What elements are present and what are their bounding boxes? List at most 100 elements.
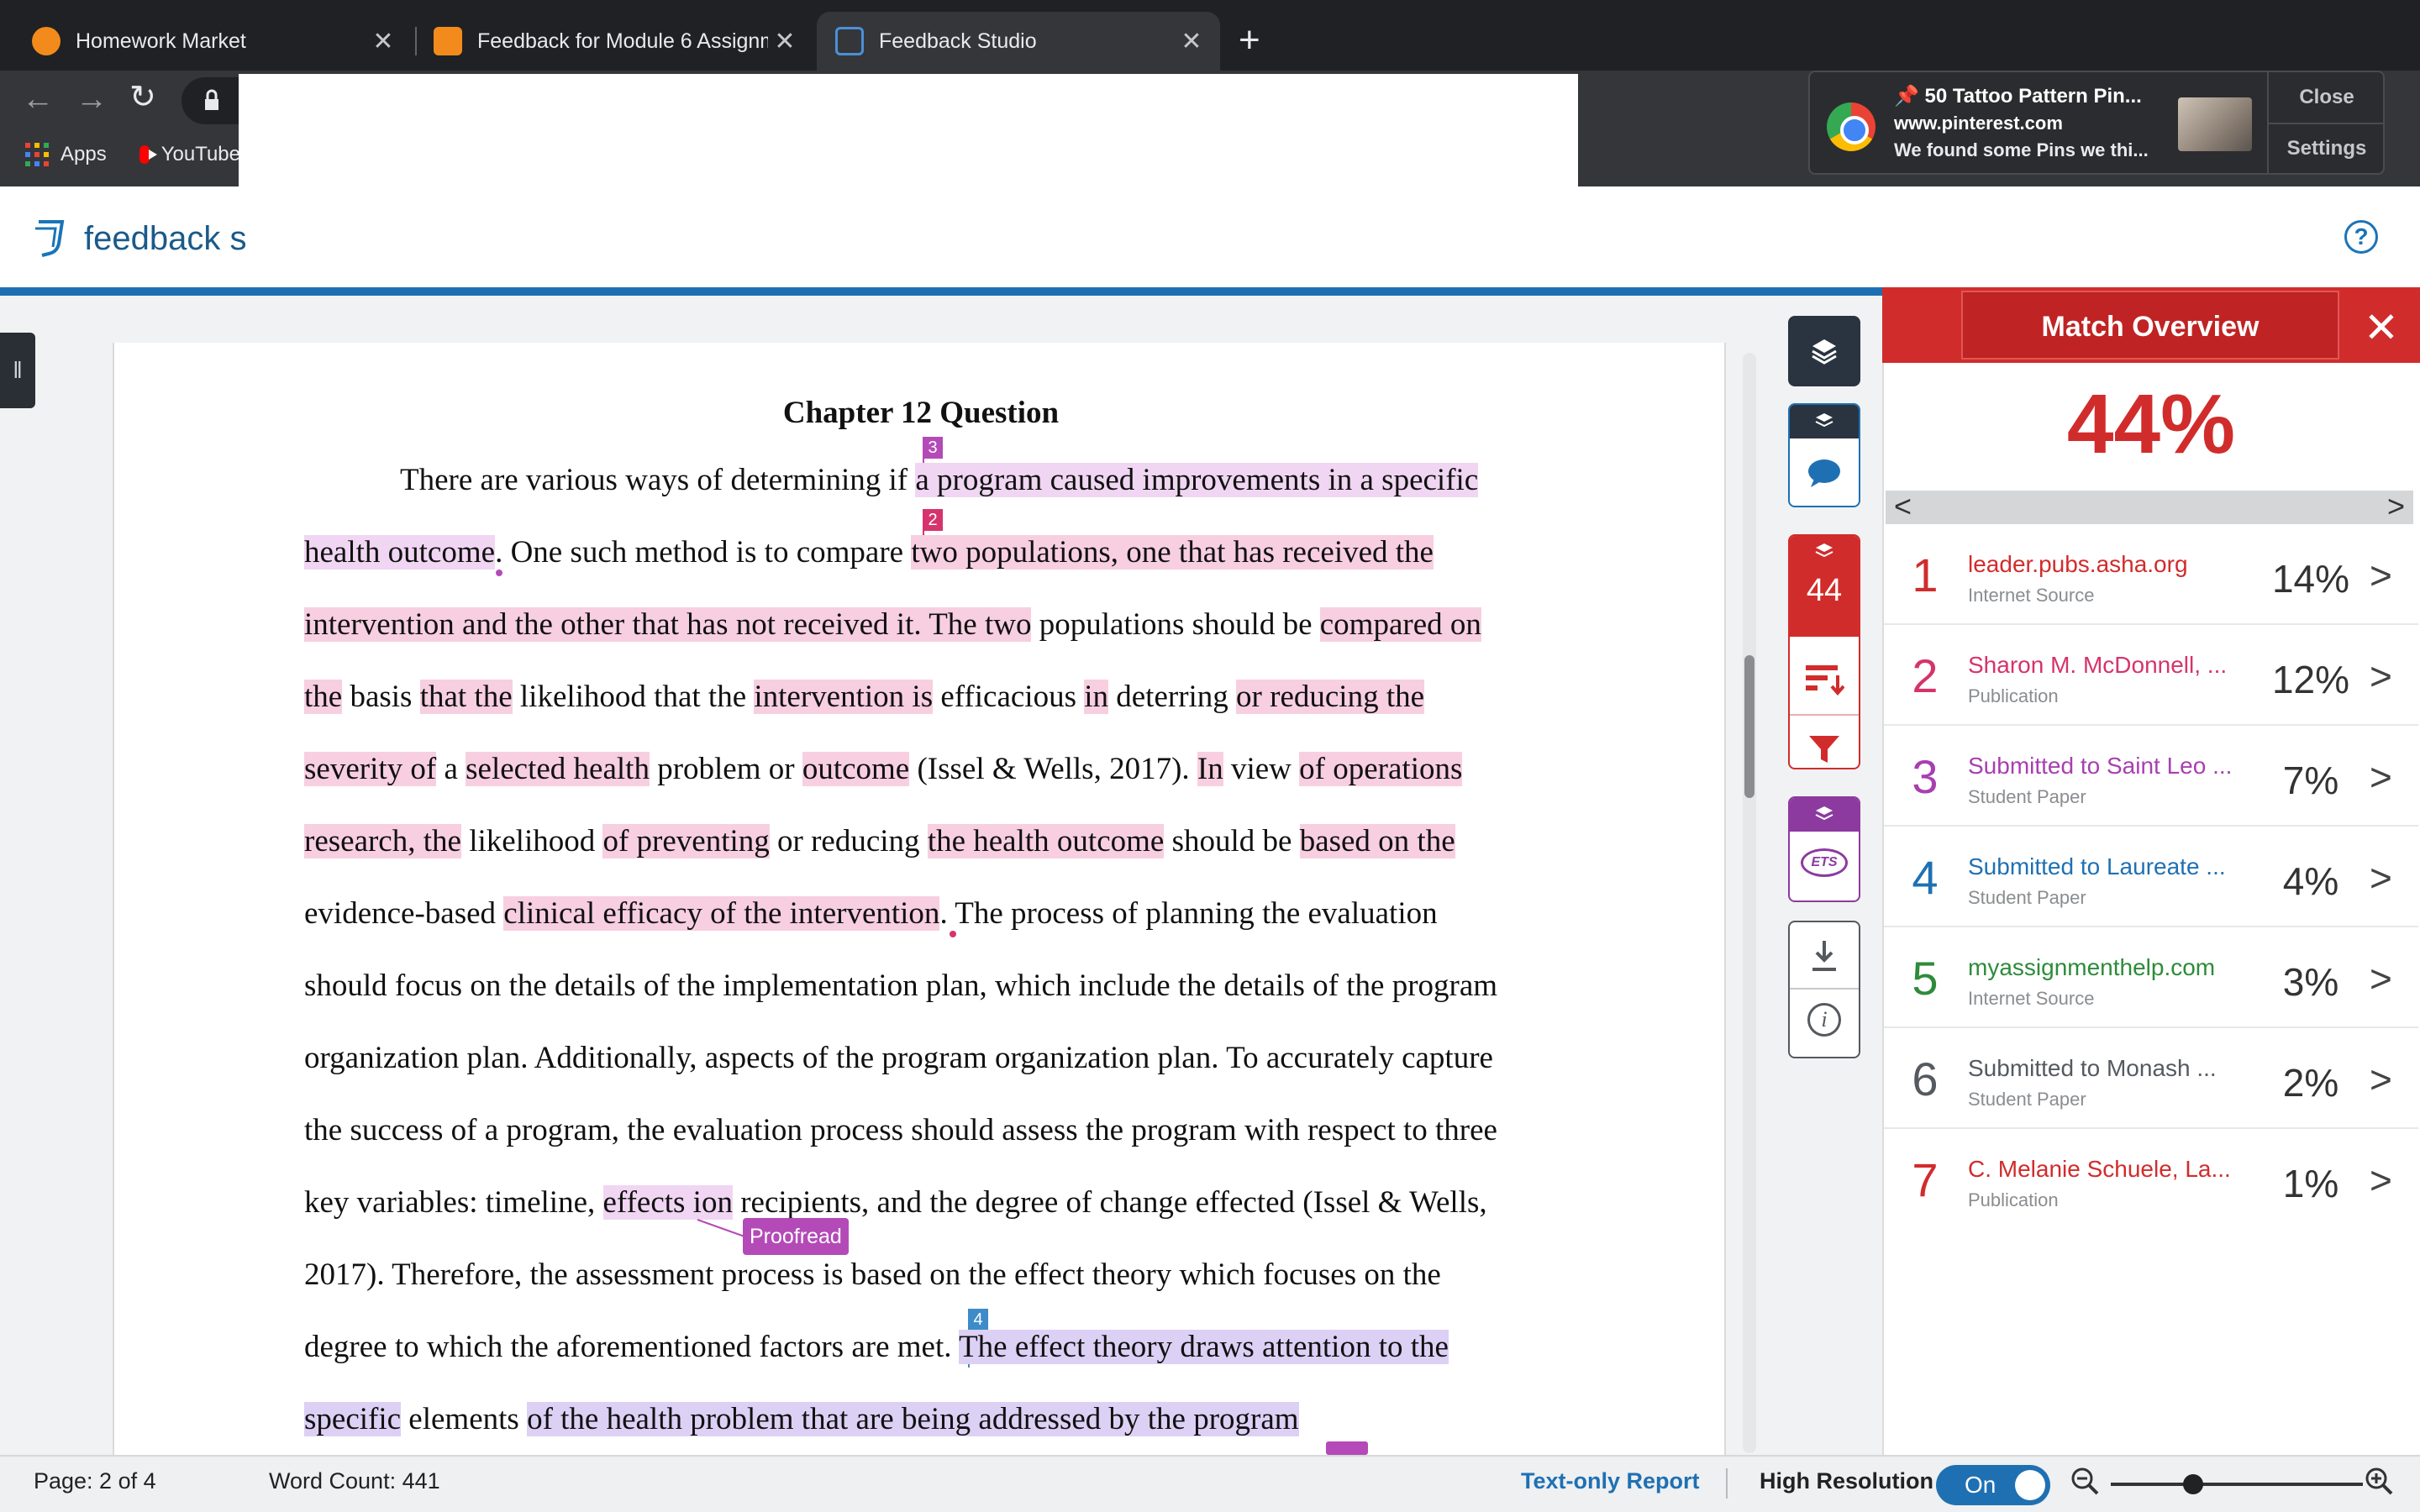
source-row[interactable]: 2 Sharon M. McDonnell, ... Publication 1… [1884,627,2418,726]
match-highlight-1[interactable]: based on the [1299,824,1455,858]
grading-layer-group[interactable] [1788,403,1860,507]
match-marker-2[interactable]: 2 [923,509,943,531]
match-highlight-1[interactable]: In [1197,752,1223,786]
chevron-right-icon[interactable]: > [2370,1158,2392,1203]
tab-homework-market[interactable]: Homework Market ✕ [0,12,412,71]
match-highlight-1[interactable]: that the [419,680,513,714]
zoom-in-icon[interactable] [2363,1465,2396,1499]
match-highlight-1[interactable]: of operations [1299,752,1463,786]
side-panel-handle[interactable]: ‖ [0,333,35,408]
match-highlight-4[interactable]: The effect theory draws attention to the [959,1330,1449,1364]
doc-text: . The process of planning the evaluation [939,896,1438,931]
match-highlight-3[interactable]: health outcome [304,535,496,570]
zoom-slider-thumb[interactable] [2183,1474,2203,1494]
zoom-slider-track[interactable] [2111,1483,2363,1486]
doc-line: intervention and the other that has not … [304,605,1481,645]
proofread-highlight[interactable]: effects ion [602,1185,733,1220]
next-match-icon[interactable]: > [2387,489,2405,524]
forward-arrow-icon[interactable]: → [76,82,108,116]
match-highlight-1[interactable]: the [304,680,343,714]
zoom-out-icon[interactable] [2069,1465,2102,1499]
previous-match-icon[interactable]: < [1894,489,1912,524]
chevron-right-icon[interactable]: > [2370,855,2392,900]
close-panel-icon[interactable]: ✕ [2358,304,2405,351]
info-icon[interactable]: i [1807,1003,1841,1037]
tab-feedback-studio[interactable]: Feedback Studio ✕ [817,12,1220,71]
match-highlight-1[interactable]: compared on [1319,607,1481,642]
source-name: Sharon M. McDonnell, ... [1968,652,2228,678]
notification-settings-button[interactable]: Settings [2269,123,2385,173]
close-tab-icon[interactable]: ✕ [366,27,400,56]
source-percent: 3% [2282,960,2339,1004]
doc-line: the success of a program, the evaluation… [304,1113,1497,1147]
match-highlight-1[interactable]: intervention is [754,680,934,714]
chevron-right-icon[interactable]: > [2370,754,2392,800]
doc-text: should be [1164,824,1300,858]
match-highlight-1[interactable]: in [1084,680,1108,714]
proofread-tag-partial[interactable] [1326,1441,1368,1455]
bookmark-apps[interactable]: Apps [25,143,107,166]
notification-thumbnail [2178,97,2252,151]
source-row[interactable]: 1 leader.pubs.asha.org Internet Source 1… [1884,526,2418,625]
match-highlight-4[interactable]: specific [304,1402,402,1436]
high-resolution-toggle[interactable]: On [1936,1465,2050,1505]
match-highlight-1[interactable]: of preventing [602,824,770,858]
source-row[interactable]: 4 Submitted to Laureate ... Student Pape… [1884,828,2418,927]
tab-label: Feedback for Module 6 Assignment [477,29,768,53]
chrome-notification[interactable]: 📌 50 Tattoo Pattern Pin... www.pinterest… [1808,71,2385,175]
doc-text: (Issel & Wells, 2017). [909,752,1197,786]
match-highlight-1[interactable]: selected health [466,752,650,786]
ets-layer-group[interactable]: ETS [1788,796,1860,902]
chevron-right-icon[interactable]: > [2370,654,2392,699]
match-highlight-1[interactable]: research, the [304,824,461,858]
doc-line: severity of a selected health problem or… [304,749,1463,790]
back-arrow-icon[interactable]: ← [22,82,54,116]
omnibox-left[interactable] [182,77,240,124]
notification-close-button[interactable]: Close [2269,72,2385,123]
similarity-score-button[interactable]: 44 [1790,536,1859,637]
match-end-dot [496,570,502,576]
match-highlight-1[interactable]: outcome [802,752,910,786]
help-button[interactable]: ? [2344,220,2378,254]
close-tab-icon[interactable]: ✕ [768,27,802,56]
match-highlight-2[interactable]: two populations, one that has received t… [911,535,1434,570]
similarity-layer-group[interactable]: 44 [1788,534,1860,769]
document-scroll-thumb[interactable] [1744,655,1754,798]
ets-layer-header [1790,798,1859,832]
source-rank: 2 [1912,649,1939,702]
match-highlight-1[interactable]: or reducing the [1236,680,1425,714]
new-tab-button[interactable]: + [1239,22,1260,59]
blackboard-favicon-icon [434,27,462,55]
match-highlight-2[interactable]: intervention and the other that has not … [304,607,1032,642]
close-tab-icon[interactable]: ✕ [1175,27,1208,56]
doc-text: degree to which the aforementioned facto… [304,1330,960,1364]
text-only-report-link[interactable]: Text-only Report [1521,1468,1700,1494]
doc-text: recipients, and the degree of change eff… [732,1185,1487,1220]
sort-matches-icon[interactable] [1804,660,1844,697]
source-row[interactable]: 3 Submitted to Saint Leo ... Student Pap… [1884,727,2418,827]
match-marker-3[interactable]: 3 [923,437,943,459]
download-icon[interactable] [1807,937,1841,974]
document-scrollbar[interactable] [1743,353,1756,1453]
grading-layer-header [1790,405,1859,438]
match-highlight-1[interactable]: the health outcome [927,824,1165,858]
source-row[interactable]: 5 myassignmenthelp.com Internet Source 3… [1884,929,2418,1028]
match-highlight-4[interactable]: of the health problem that are being add… [527,1402,1299,1436]
bookmark-youtube[interactable]: YouTube [139,143,240,166]
chevron-right-icon[interactable]: > [2370,1057,2392,1102]
chevron-right-icon[interactable]: > [2370,553,2392,598]
reload-icon[interactable]: ↻ [129,81,156,114]
doc-line: degree to which the aforementioned facto… [304,1327,1449,1368]
match-end-dot [950,931,956,937]
chevron-right-icon[interactable]: > [2370,956,2392,1001]
match-highlight-1[interactable]: severity of [304,752,437,786]
tab-feedback-module-6[interactable]: Feedback for Module 6 Assignment ✕ [402,12,813,71]
match-highlight-3[interactable]: a program caused improvements in a speci… [915,463,1479,497]
layers-toggle-button[interactable] [1788,316,1860,386]
source-row[interactable]: 7 C. Melanie Schuele, La... Publication … [1884,1131,2418,1230]
doc-text: populations should be [1031,607,1320,642]
proofread-tag[interactable]: Proofread [743,1218,849,1255]
filter-icon[interactable] [1806,731,1843,768]
source-row[interactable]: 6 Submitted to Monash ... Student Paper … [1884,1030,2418,1129]
match-highlight-1[interactable]: clinical efficacy of the intervention [503,896,940,931]
